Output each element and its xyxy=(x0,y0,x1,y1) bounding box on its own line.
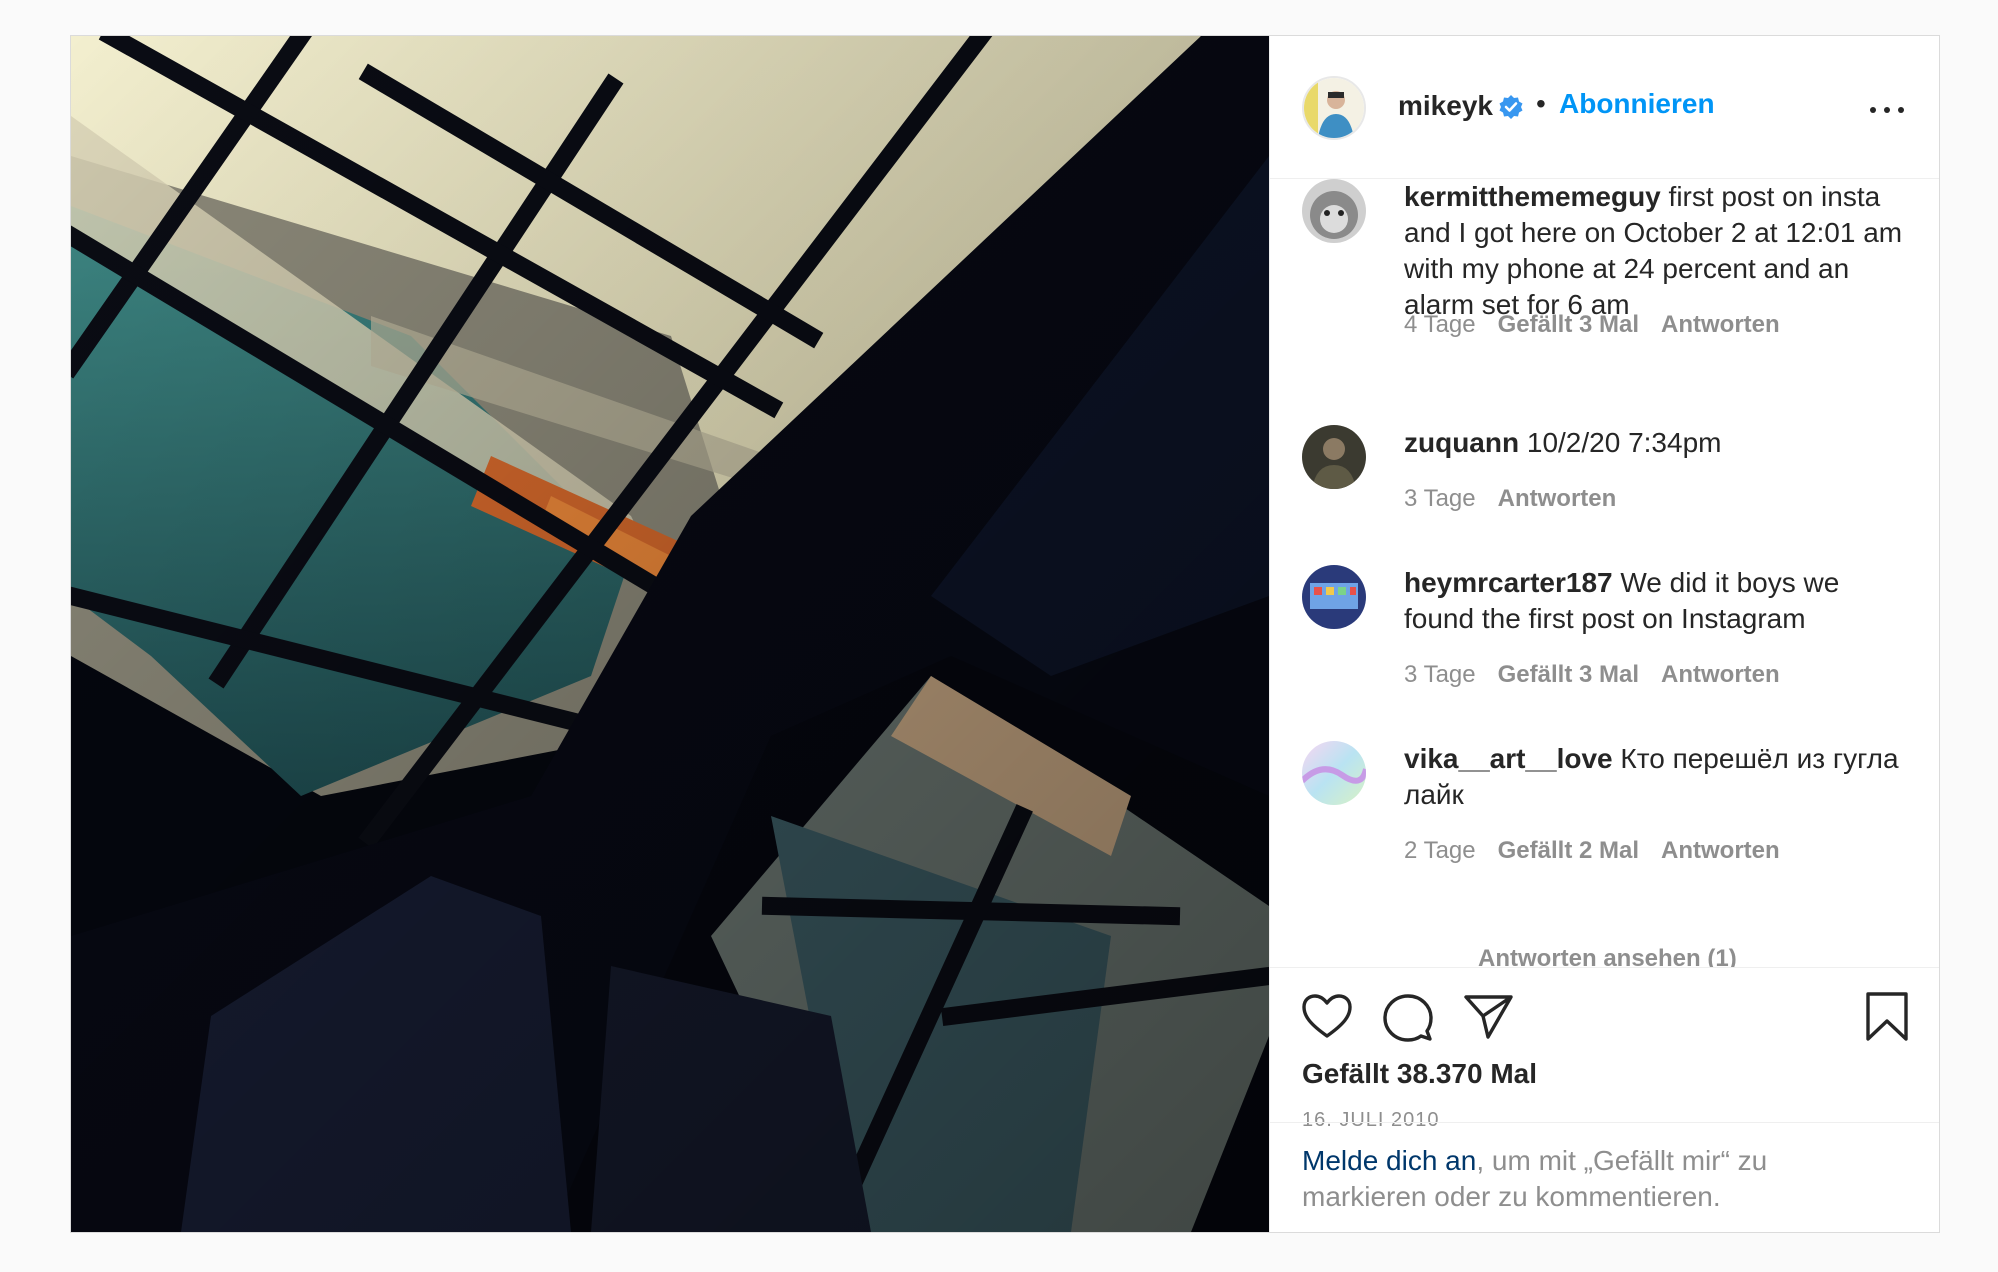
comment-age[interactable]: 3 Tage xyxy=(1404,485,1476,512)
reply-button[interactable]: Antworten xyxy=(1498,485,1617,512)
marina-window-photo xyxy=(71,36,1269,1232)
comment-meta: 2 Tage Gefällt 2 Mal Antworten xyxy=(1404,837,1802,865)
comment-likes[interactable]: Gefällt 3 Mal xyxy=(1498,661,1639,688)
login-link[interactable]: Melde dich an xyxy=(1302,1145,1476,1176)
comment-text: kermitthememeguy first post on insta and… xyxy=(1404,179,1914,323)
reply-button[interactable]: Antworten xyxy=(1661,837,1780,864)
comment-username[interactable]: zuquann xyxy=(1404,427,1519,458)
post-card: mikeyk • Abonnieren kermitthememeguy fir… xyxy=(70,35,1940,1233)
login-prompt: Melde dich an, um mit „Gefällt mir“ zu m… xyxy=(1270,1122,1939,1232)
bookmark-icon[interactable] xyxy=(1865,992,1909,1042)
comment-text: heymrcarter187 We did it boys we found t… xyxy=(1404,565,1914,637)
post-photo[interactable] xyxy=(71,36,1269,1232)
comment-text: zuquann 10/2/20 7:34pm xyxy=(1404,425,1914,461)
comment-meta: 4 Tage Gefällt 3 Mal Antworten xyxy=(1404,311,1802,339)
avatar[interactable] xyxy=(1302,741,1366,805)
comment-likes[interactable]: Gefällt 3 Mal xyxy=(1498,311,1639,338)
comment-age[interactable]: 3 Tage xyxy=(1404,661,1476,688)
post-username[interactable]: mikeyk xyxy=(1398,90,1493,122)
view-replies-button[interactable]: Antworten ansehen (1) xyxy=(1478,945,1737,967)
heart-icon[interactable] xyxy=(1302,994,1352,1040)
comment-meta: 3 Tage Gefällt 3 Mal Antworten xyxy=(1404,661,1802,689)
comment-icon[interactable] xyxy=(1383,994,1433,1042)
follow-button[interactable]: Abonnieren xyxy=(1559,88,1715,120)
post-side-panel: mikeyk • Abonnieren kermitthememeguy fir… xyxy=(1269,36,1939,1232)
comment-username[interactable]: kermitthememeguy xyxy=(1404,181,1661,212)
avatar[interactable] xyxy=(1302,179,1366,243)
separator-dot: • xyxy=(1536,88,1546,119)
more-options-icon[interactable] xyxy=(1870,100,1906,118)
comment-age[interactable]: 4 Tage xyxy=(1404,311,1476,338)
comment-text: vika__art__love Кто перешёл из гугла лай… xyxy=(1404,741,1914,813)
avatar[interactable] xyxy=(1302,76,1366,140)
login-text: Melde dich an, um mit „Gefällt mir“ zu m… xyxy=(1302,1143,1862,1215)
post-header: mikeyk • Abonnieren xyxy=(1270,36,1939,179)
comment-username[interactable]: vika__art__love xyxy=(1404,743,1613,774)
reply-button[interactable]: Antworten xyxy=(1661,311,1780,338)
comment-likes[interactable]: Gefällt 2 Mal xyxy=(1498,837,1639,864)
verified-badge-icon xyxy=(1499,95,1523,119)
likes-count[interactable]: Gefällt 38.370 Mal xyxy=(1302,1058,1537,1090)
comment-age[interactable]: 2 Tage xyxy=(1404,837,1476,864)
comment-body: 10/2/20 7:34pm xyxy=(1526,427,1722,458)
comment-username[interactable]: heymrcarter187 xyxy=(1404,567,1613,598)
comment-meta: 3 Tage Antworten xyxy=(1404,485,1638,513)
reply-button[interactable]: Antworten xyxy=(1661,661,1780,688)
share-icon[interactable] xyxy=(1464,994,1514,1040)
comments-list[interactable]: kermitthememeguy first post on insta and… xyxy=(1270,179,1939,967)
avatar[interactable] xyxy=(1302,565,1366,629)
avatar[interactable] xyxy=(1302,425,1366,489)
